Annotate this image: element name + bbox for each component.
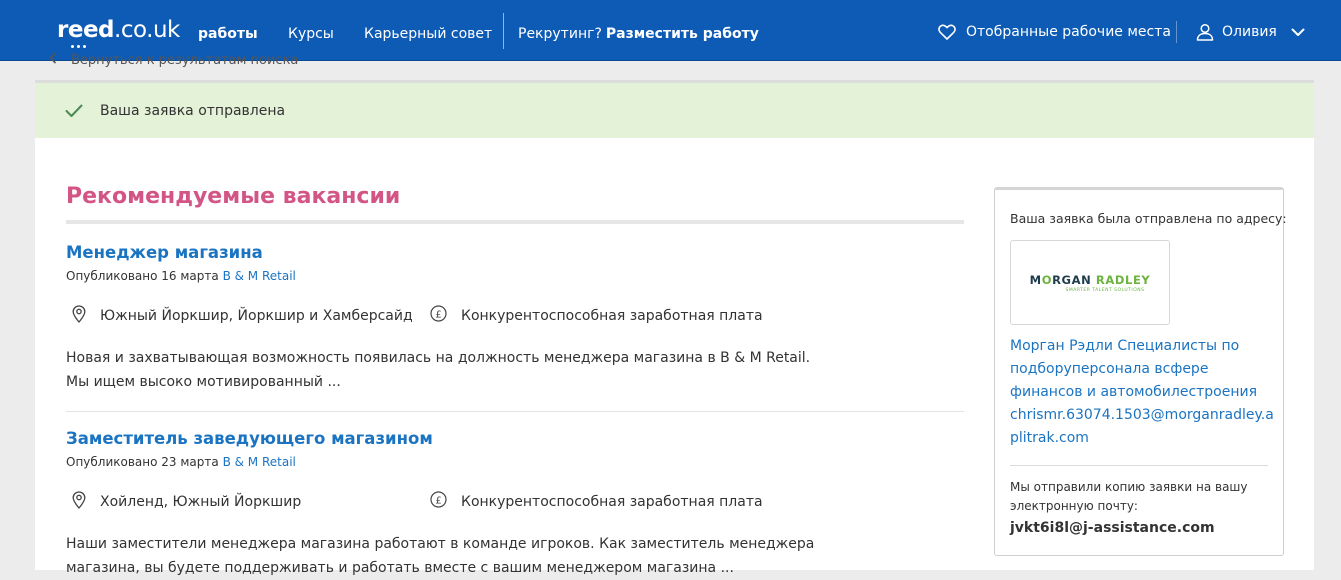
job-description: Новая и захватывающая возможность появил… [66, 346, 964, 394]
recruiter-link[interactable]: Морган Рэдли Специалисты по подборуперсо… [1010, 335, 1275, 450]
job-location: Южный Йоркшир, Йоркшир и Хамберсайд [72, 305, 413, 327]
job-posted-meta: Опубликовано 23 марта B & M Retail [66, 455, 964, 469]
salary-text: Конкурентоспособная заработная плата [461, 307, 763, 324]
recommended-jobs-heading: Рекомендуемые вакансии [66, 184, 401, 209]
post-job-link[interactable]: Разместить работу [606, 26, 759, 42]
recruiter-logo-tagline: SMARTER TALENT SOLUTIONS [1065, 287, 1145, 293]
chevron-left-icon [49, 52, 57, 68]
user-email: jvkt6i8l@j-assistance.com [1010, 520, 1215, 536]
nav-career-advice[interactable]: Карьерный совет [364, 26, 492, 42]
saved-jobs-label: Отобранные рабочие места [966, 24, 1171, 40]
saved-jobs-link[interactable]: Отобранные рабочие места [938, 24, 1171, 40]
sent-to-label: Ваша заявка была отправлена по адресу: [1010, 211, 1287, 226]
nav-divider [503, 13, 504, 49]
company-link[interactable]: B & M Retail [223, 455, 296, 469]
logo-dots-icon [71, 45, 86, 48]
recruiter-logo-wordmark: MORGAN RADLEY [1029, 272, 1151, 287]
user-name: Оливия [1222, 24, 1277, 40]
logo-suffix-text: .co.uk [114, 17, 180, 43]
heading-divider [66, 220, 964, 224]
posted-date: Опубликовано 23 марта [66, 455, 219, 469]
job-title-link[interactable]: Заместитель заведующего магазином [66, 429, 964, 448]
success-alert: Ваша заявка отправлена [35, 83, 1314, 138]
user-menu[interactable]: Оливия [1196, 23, 1305, 41]
company-link[interactable]: B & M Retail [223, 269, 296, 283]
pound-icon: £ [430, 491, 447, 512]
salary-text: Конкурентоспособная заработная плата [461, 493, 763, 510]
nav-recruiting[interactable]: Рекрутинг? Разместить работу [518, 26, 759, 42]
check-icon [65, 103, 85, 119]
copy-notice: Мы отправили копию заявки на вашу электр… [1010, 480, 1248, 513]
location-text: Южный Йоркшир, Йоркшир и Хамберсайд [100, 308, 413, 324]
job-posted-meta: Опубликовано 16 марта B & M Retail [66, 269, 964, 283]
reed-logo[interactable]: reed.co.uk [57, 17, 180, 48]
recruiter-name: Морган Рэдли Специалисты по подборуперсо… [1010, 338, 1258, 400]
user-icon [1196, 23, 1214, 41]
recruiting-label: Рекрутинг? [518, 26, 602, 42]
application-sent-panel: Ваша заявка была отправлена по адресу: M… [994, 187, 1287, 556]
main-content-card: Ваша заявка отправлена Рекомендуемые вак… [35, 80, 1314, 576]
location-text: Хойленд, Южный Йоркшир [100, 494, 302, 510]
job-card: Менеджер магазина Опубликовано 16 марта … [66, 243, 964, 394]
recruiter-logo[interactable]: MORGAN RADLEY SMARTER TALENT SOLUTIONS [1010, 240, 1170, 325]
pound-icon: £ [430, 305, 447, 326]
nav-jobs[interactable]: работы [198, 26, 258, 42]
job-salary: £ Конкурентоспособная заработная плата [430, 305, 763, 326]
heart-icon [938, 24, 956, 40]
job-description: Наши заместители менеджера магазина рабо… [66, 532, 964, 580]
header-divider [1176, 21, 1177, 43]
location-pin-icon [72, 305, 86, 327]
job-facts: Южный Йоркшир, Йоркшир и Хамберсайд £ Ко… [66, 305, 964, 329]
svg-text:£: £ [435, 309, 441, 320]
panel-divider [1010, 465, 1268, 466]
job-description-line: Наши заместители менеджера магазина рабо… [66, 536, 815, 552]
nav-courses[interactable]: Курсы [288, 26, 334, 42]
job-facts: Хойленд, Южный Йоркшир £ Конкурентоспосо… [66, 491, 964, 515]
recruiter-email: chrismr.63074.1503@morganradley.aplitrak… [1010, 407, 1274, 446]
job-salary: £ Конкурентоспособная заработная плата [430, 491, 763, 512]
location-pin-icon [72, 491, 86, 513]
job-description-line: магазина, вы будете поддерживать и работ… [66, 560, 734, 576]
svg-text:£: £ [435, 495, 441, 506]
job-location: Хойленд, Южный Йоркшир [72, 491, 301, 513]
job-description-line: Новая и захватывающая возможность появил… [66, 350, 811, 366]
success-message: Ваша заявка отправлена [100, 102, 286, 119]
back-link-label: Вернуться к результатам поиска [71, 52, 299, 68]
posted-date: Опубликовано 16 марта [66, 269, 219, 283]
back-to-results-link[interactable]: Вернуться к результатам поиска [49, 52, 298, 68]
job-description-line: Мы ищем высоко мотивированный ... [66, 374, 341, 390]
job-divider [66, 411, 964, 412]
job-title-link[interactable]: Менеджер магазина [66, 243, 964, 262]
chevron-down-icon [1291, 28, 1305, 37]
logo-main-text: reed [57, 17, 115, 43]
job-card: Заместитель заведующего магазином Опубли… [66, 429, 964, 580]
